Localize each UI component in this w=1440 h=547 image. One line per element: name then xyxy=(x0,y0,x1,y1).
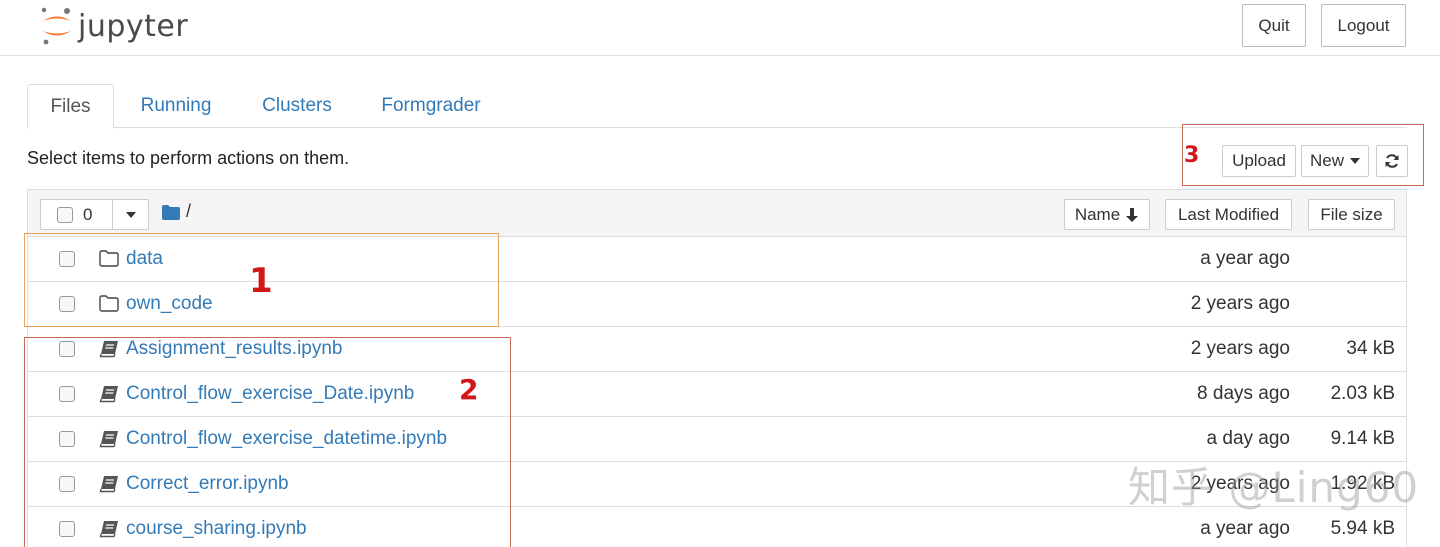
file-size: 34 kB xyxy=(1346,338,1395,359)
annotation-box-3 xyxy=(1182,124,1424,186)
caret-down-icon xyxy=(125,211,136,218)
logout-button[interactable]: Logout xyxy=(1321,4,1406,47)
select-all-group: 0 xyxy=(40,199,149,230)
checkbox[interactable] xyxy=(57,206,73,223)
annotation-number-3: 3 xyxy=(1184,143,1200,168)
file-modified: a year ago xyxy=(1200,248,1290,269)
select-dropdown-button[interactable] xyxy=(113,200,148,229)
tab-clusters[interactable]: Clusters xyxy=(249,84,345,128)
file-modified: 8 days ago xyxy=(1197,383,1290,404)
logo-text: jupyter xyxy=(78,8,189,44)
tab-bar: Files Running Clusters Formgrader xyxy=(27,84,1407,129)
file-size: 9.14 kB xyxy=(1330,428,1395,449)
col-name-label: Name xyxy=(1074,204,1121,224)
selected-count: 0 xyxy=(83,204,93,224)
jupyter-logo[interactable]: jupyter xyxy=(40,5,188,47)
file-modified: 2 years ago xyxy=(1190,338,1290,359)
quit-button[interactable]: Quit xyxy=(1242,4,1306,47)
jupyter-logo-icon xyxy=(41,7,71,45)
selection-hint: Select items to perform actions on them. xyxy=(27,148,350,168)
sort-by-modified-button[interactable]: Last Modified xyxy=(1165,199,1292,230)
folder-icon[interactable] xyxy=(162,205,180,220)
annotation-number-1: 1 xyxy=(249,261,273,301)
annotation-box-2 xyxy=(24,337,511,547)
watermark: 知乎 @Ling60 xyxy=(1128,463,1420,512)
file-size: 5.94 kB xyxy=(1330,518,1395,539)
annotation-number-2: 2 xyxy=(459,373,479,406)
file-size: 2.03 kB xyxy=(1330,383,1395,404)
sort-by-size-button[interactable]: File size xyxy=(1308,199,1395,230)
file-modified: a day ago xyxy=(1206,428,1290,449)
file-modified: 2 years ago xyxy=(1190,293,1290,314)
tab-running[interactable]: Running xyxy=(127,84,225,128)
sort-by-name-button[interactable]: Name xyxy=(1064,199,1150,230)
tab-formgrader[interactable]: Formgrader xyxy=(369,84,493,128)
file-modified: a year ago xyxy=(1200,518,1290,539)
tab-files[interactable]: Files xyxy=(27,84,114,129)
breadcrumb-path[interactable]: / xyxy=(186,201,191,222)
header: jupyter Quit Logout xyxy=(0,0,1440,56)
select-all-checkbox[interactable]: 0 xyxy=(41,200,113,229)
file-list-header: 0 / Name Last Modified File size xyxy=(28,190,1406,237)
arrow-down-icon xyxy=(1126,207,1139,222)
